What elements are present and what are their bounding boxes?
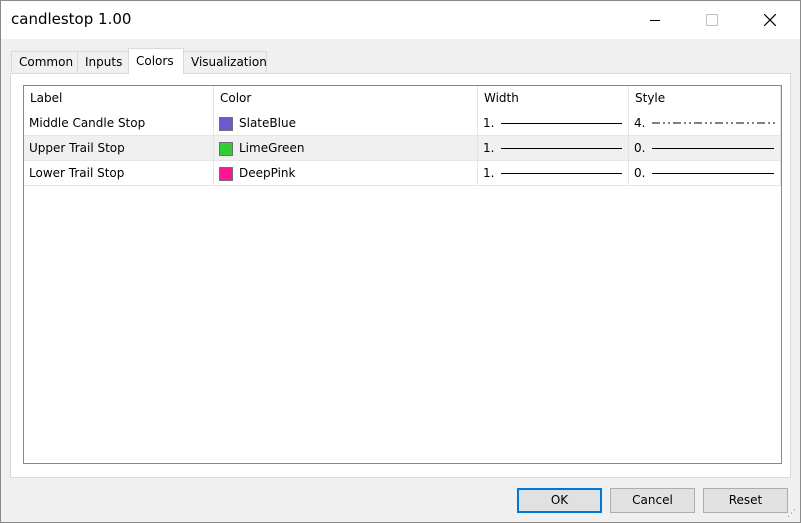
row-label: Middle Candle Stop [24, 111, 214, 135]
reset-button[interactable]: Reset [703, 488, 788, 513]
table-row[interactable]: Upper Trail Stop LimeGreen 1. 0. [24, 136, 781, 161]
color-cell[interactable]: DeepPink [214, 161, 478, 185]
color-swatch [219, 166, 233, 181]
table-header: Label Color Width Style [24, 86, 781, 111]
width-line-preview [501, 122, 622, 124]
header-color[interactable]: Color [214, 86, 478, 111]
color-cell[interactable]: LimeGreen [214, 136, 478, 160]
width-value: 1. [483, 116, 495, 130]
dialog-window: candlestop 1.00 Common Inputs Colors Vis… [0, 0, 801, 523]
color-cell[interactable]: SlateBlue [214, 111, 478, 135]
colors-panel: Label Color Width Style Middle Candle St… [10, 73, 791, 478]
cancel-button[interactable]: Cancel [610, 488, 695, 513]
style-value: 4. [634, 116, 646, 130]
color-swatch [219, 141, 233, 156]
color-name: LimeGreen [239, 141, 305, 155]
close-icon [764, 14, 776, 26]
color-swatch [219, 116, 233, 131]
tab-colors[interactable]: Colors [128, 48, 184, 74]
table-row[interactable]: Lower Trail Stop DeepPink 1. 0. [24, 161, 781, 186]
window-title: candlestop 1.00 [11, 10, 132, 28]
color-name: DeepPink [239, 166, 296, 180]
header-label[interactable]: Label [24, 86, 214, 111]
style-cell[interactable]: 4. [629, 111, 781, 135]
width-line-preview [501, 172, 622, 174]
style-solid-preview [652, 147, 774, 149]
style-solid-preview [652, 172, 774, 174]
header-width[interactable]: Width [478, 86, 629, 111]
style-value: 0. [634, 166, 646, 180]
row-label: Upper Trail Stop [24, 136, 214, 160]
header-style[interactable]: Style [629, 86, 781, 111]
minimize-icon [650, 19, 660, 21]
tab-inputs[interactable]: Inputs [77, 51, 129, 72]
style-cell[interactable]: 0. [629, 161, 781, 185]
title-bar: candlestop 1.00 [1, 1, 800, 39]
style-value: 0. [634, 141, 646, 155]
width-value: 1. [483, 141, 495, 155]
close-button[interactable] [747, 1, 793, 39]
table-row[interactable]: Middle Candle Stop SlateBlue 1. 4. [24, 111, 781, 136]
width-cell[interactable]: 1. [478, 136, 629, 160]
tab-common[interactable]: Common [11, 51, 78, 72]
maximize-button [689, 1, 735, 39]
color-name: SlateBlue [239, 116, 296, 130]
width-line-preview [501, 147, 622, 149]
colors-table: Label Color Width Style Middle Candle St… [23, 85, 782, 464]
resize-grip-icon[interactable]: ⋰ [787, 509, 798, 520]
width-value: 1. [483, 166, 495, 180]
tab-visualization[interactable]: Visualization [183, 51, 267, 72]
maximize-icon [706, 14, 718, 26]
minimize-button[interactable] [632, 1, 678, 39]
row-label: Lower Trail Stop [24, 161, 214, 185]
style-cell[interactable]: 0. [629, 136, 781, 160]
width-cell[interactable]: 1. [478, 161, 629, 185]
ok-button[interactable]: OK [517, 488, 602, 513]
style-dashdotdot-preview [652, 122, 776, 124]
width-cell[interactable]: 1. [478, 111, 629, 135]
